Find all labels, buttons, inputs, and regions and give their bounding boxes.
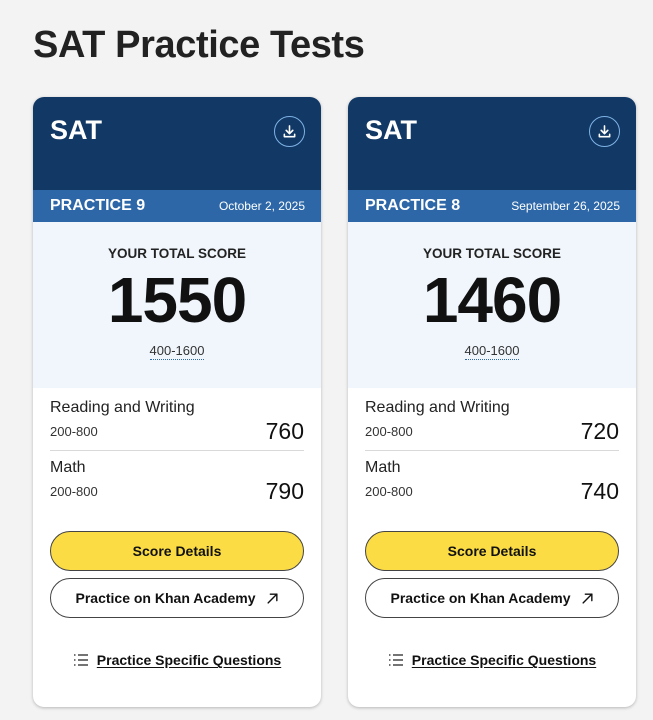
practice-band: PRACTICE 9 October 2, 2025 [33,190,321,222]
practice-specific-label: Practice Specific Questions [96,652,282,668]
practice-test-card: SAT PRACTICE 8 September 26, 2025 YOUR T… [348,97,636,707]
khan-academy-button[interactable]: Practice on Khan Academy [365,578,619,618]
download-button[interactable] [589,116,620,147]
sat-logo-text: SAT [365,115,417,145]
list-icon [73,653,89,667]
list-icon [388,653,404,667]
section-score: 790 [265,478,304,504]
divider [50,450,304,451]
practice-specific-questions-link[interactable]: Practice Specific Questions [348,652,636,668]
section-range: 200-800 [365,424,413,439]
section-score: 760 [265,418,304,444]
score-range-wrap: 400-1600 [348,343,636,360]
practice-label: PRACTICE 8 [365,197,461,214]
section-reading-writing: Reading and Writing 200-800 760 [50,399,304,444]
score-panel: YOUR TOTAL SCORE 1460 400-1600 [348,222,636,388]
score-caption: YOUR TOTAL SCORE [422,246,561,261]
external-link-icon [581,592,593,604]
practice-specific-label: Practice Specific Questions [411,652,597,668]
score-range-wrap: 400-1600 [33,343,321,360]
download-icon [283,125,296,138]
khan-academy-button[interactable]: Practice on Khan Academy [50,578,304,618]
sat-logo-text: SAT [50,115,102,145]
section-range: 200-800 [50,424,98,439]
section-name: Reading and Writing [365,399,510,416]
section-math: Math 200-800 790 [50,459,304,504]
section-range: 200-800 [50,484,98,499]
khan-academy-label: Practice on Khan Academy [75,590,256,606]
score-details-label: Score Details [132,543,222,559]
card-header: SAT [33,97,321,190]
score-range[interactable]: 400-1600 [464,343,520,360]
section-range: 200-800 [365,484,413,499]
divider [365,450,619,451]
external-link-icon [266,592,278,604]
practice-label: PRACTICE 9 [50,197,146,214]
test-date: October 2, 2025 [218,199,305,213]
score-details-label: Score Details [447,543,537,559]
practice-test-card: SAT PRACTICE 9 October 2, 2025 YOUR TOTA… [33,97,321,707]
download-button[interactable] [274,116,305,147]
test-date: September 26, 2025 [511,199,620,213]
score-panel: YOUR TOTAL SCORE 1550 400-1600 [33,222,321,388]
download-icon [598,125,611,138]
section-score: 740 [580,478,619,504]
section-score: 720 [580,418,619,444]
score-caption: YOUR TOTAL SCORE [107,246,246,261]
total-score: 1460 [422,264,562,336]
score-range[interactable]: 400-1600 [149,343,205,360]
page-title: SAT Practice Tests [33,24,365,66]
score-details-button[interactable]: Score Details [50,531,304,571]
practice-specific-questions-link[interactable]: Practice Specific Questions [33,652,321,668]
practice-band: PRACTICE 8 September 26, 2025 [348,190,636,222]
section-math: Math 200-800 740 [365,459,619,504]
total-score: 1550 [107,264,247,336]
section-reading-writing: Reading and Writing 200-800 720 [365,399,619,444]
section-name: Math [50,459,86,476]
khan-academy-label: Practice on Khan Academy [390,590,571,606]
section-name: Math [365,459,401,476]
section-name: Reading and Writing [50,399,195,416]
card-header: SAT [348,97,636,190]
score-details-button[interactable]: Score Details [365,531,619,571]
